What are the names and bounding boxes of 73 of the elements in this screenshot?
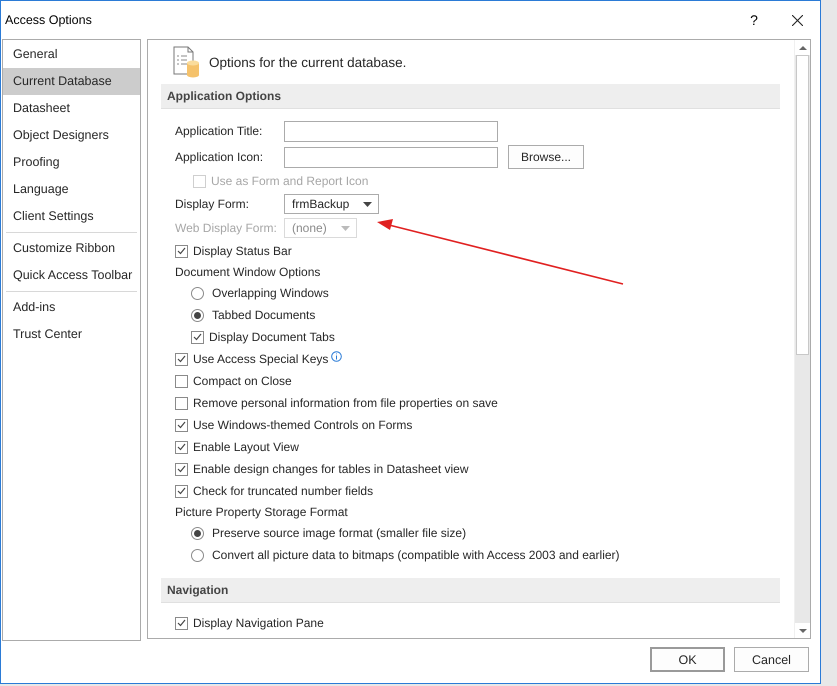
checkbox-label: Check for truncated number fields xyxy=(193,484,374,498)
radio-label: Tabbed Documents xyxy=(212,308,316,322)
checkbox-label: Use Access Special Keys xyxy=(193,352,328,366)
field-label: Application Icon: xyxy=(175,150,264,164)
scroll-up-icon xyxy=(798,46,806,50)
sidebar-item[interactable]: Proofing xyxy=(3,149,140,176)
sidebar-item[interactable]: Quick Access Toolbar xyxy=(3,262,140,289)
checkbox[interactable] xyxy=(175,352,188,366)
checkmark-icon xyxy=(177,355,186,363)
checkmark-icon xyxy=(177,465,186,473)
sidebar-item[interactable]: General xyxy=(3,41,140,68)
checkbox-label: Use Windows-themed Controls on Forms xyxy=(193,418,412,432)
sidebar-item[interactable]: Datasheet xyxy=(3,95,140,122)
radio-button[interactable] xyxy=(191,526,204,540)
scrollbar[interactable] xyxy=(794,40,810,638)
checkbox[interactable] xyxy=(191,330,204,344)
section-header: Navigation xyxy=(161,578,780,603)
checkbox[interactable] xyxy=(175,374,188,388)
dropdown-arrow-icon xyxy=(340,226,350,230)
radio-label: Overlapping Windows xyxy=(212,286,329,300)
radio-label: Preserve source image format (smaller file size) xyxy=(212,526,466,540)
checkbox-label: Compact on Close xyxy=(193,374,292,388)
dropdown[interactable]: frmBackup xyxy=(284,194,380,214)
checkbox[interactable] xyxy=(175,440,188,454)
sidebar-item[interactable]: Customize Ribbon xyxy=(3,235,140,262)
checkbox-label: Remove personal information from file properties on save xyxy=(193,396,498,410)
input-field[interactable] xyxy=(284,120,498,142)
checkmark-icon xyxy=(177,487,186,495)
checkbox-label: Display Navigation Pane xyxy=(193,616,324,630)
group-label: Document Window Options xyxy=(175,265,320,279)
sidebar-item[interactable]: Language xyxy=(3,176,140,203)
section-header: Application Options xyxy=(161,84,780,109)
field-label: Application Title: xyxy=(175,124,264,138)
browse-button[interactable]: Browse... xyxy=(508,145,584,169)
checkbox[interactable] xyxy=(175,484,188,498)
window-title: Access Options xyxy=(5,13,93,27)
help-button[interactable]: ? xyxy=(734,12,774,28)
radio-button[interactable] xyxy=(191,548,204,562)
checkmark-icon xyxy=(177,421,186,429)
input-field[interactable] xyxy=(284,146,498,168)
checkbox-label: Enable design changes for tables in Datasheet view xyxy=(193,462,469,476)
sidebar-item[interactable]: Object Designers xyxy=(3,122,140,149)
checkbox-label: Display Status Bar xyxy=(193,244,292,258)
checkmark-icon xyxy=(177,247,186,255)
checkbox[interactable] xyxy=(175,616,188,630)
sidebar-item[interactable]: Trust Center xyxy=(3,321,140,348)
checkbox-label: Display Document Tabs xyxy=(209,330,335,344)
dropdown-arrow-icon xyxy=(363,202,372,206)
sidebar-item[interactable]: Current Database xyxy=(3,68,140,95)
radio-button[interactable] xyxy=(191,286,204,300)
field-label: Web Display Form: xyxy=(175,221,278,235)
close-icon xyxy=(792,14,802,26)
dialog-button[interactable]: OK xyxy=(650,647,725,672)
checkbox[interactable] xyxy=(175,462,188,476)
checkbox-label: Enable Layout View xyxy=(193,440,299,454)
radio-label: Convert all picture data to bitmaps (compatible with Access 2003 and earlier) xyxy=(212,548,620,562)
dialog-button[interactable]: Cancel xyxy=(734,647,809,672)
group-label: Picture Property Storage Format xyxy=(175,505,348,519)
field-label: Display Form: xyxy=(175,197,250,211)
checkbox[interactable] xyxy=(175,418,188,432)
checkmark-icon xyxy=(177,619,186,627)
checkbox[interactable] xyxy=(175,244,188,258)
database-document-icon xyxy=(173,46,201,78)
page-heading: Options for the current database. xyxy=(209,54,406,70)
scroll-down-icon xyxy=(798,628,806,632)
checkmark-icon xyxy=(193,333,202,341)
sidebar-item[interactable]: Client Settings xyxy=(3,203,140,230)
sidebar-item[interactable]: Add-ins xyxy=(3,294,140,321)
checkmark-icon xyxy=(177,443,186,451)
scroll-thumb[interactable] xyxy=(796,55,809,355)
checkbox[interactable] xyxy=(175,396,188,410)
checkbox-label: Use as Form and Report Icon xyxy=(211,174,368,188)
radio-button[interactable] xyxy=(191,308,204,322)
